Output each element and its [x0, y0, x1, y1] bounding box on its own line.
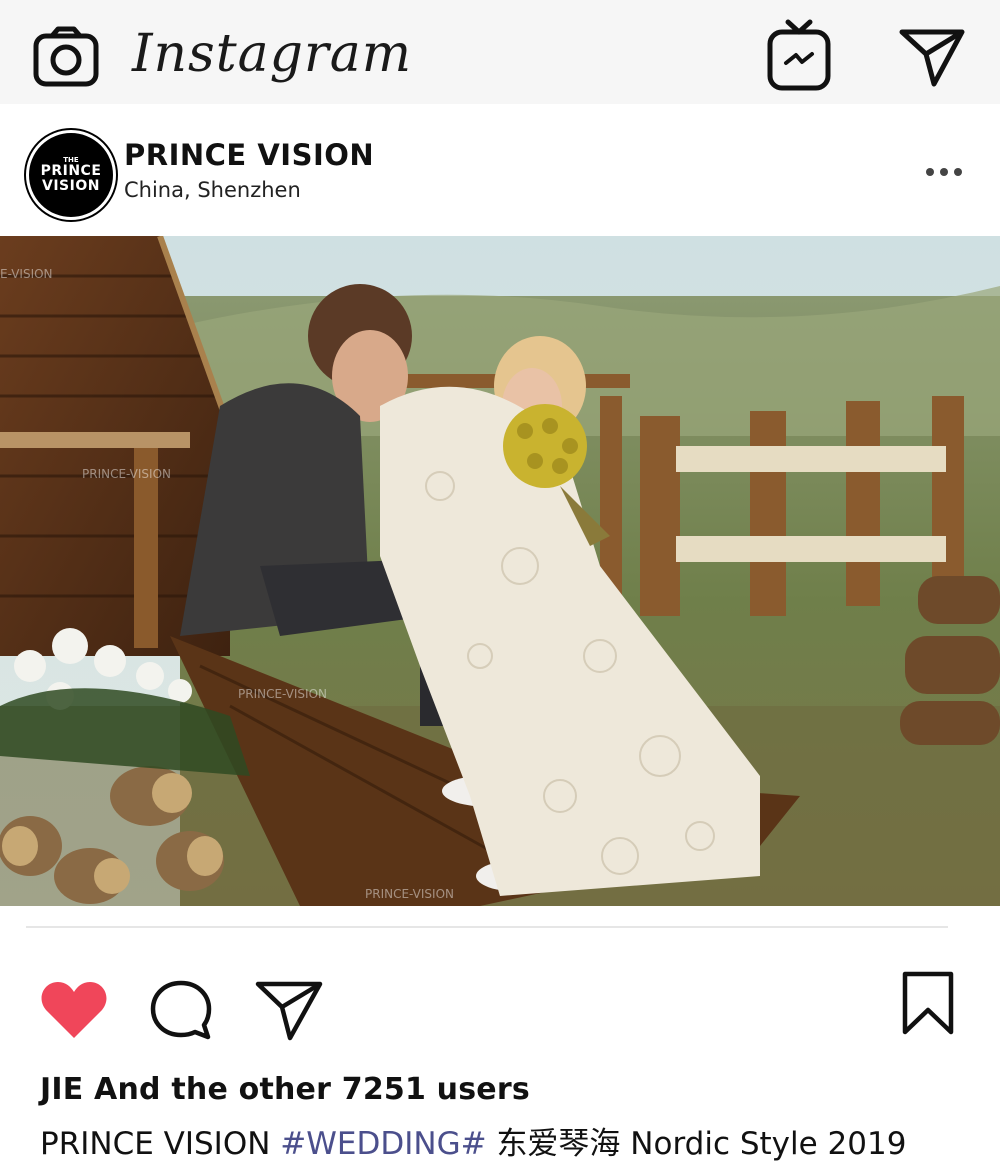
share-icon[interactable] [254, 978, 324, 1042]
more-options-icon[interactable] [920, 162, 968, 182]
svg-text:PRINCE-VISION: PRINCE-VISION [82, 467, 171, 481]
send-icon[interactable] [898, 26, 966, 88]
caption-hashtag[interactable]: #WEDDING# [280, 1126, 486, 1162]
divider [26, 926, 948, 928]
heart-icon[interactable] [38, 978, 110, 1042]
svg-text:PRINCE-VISION: PRINCE-VISION [365, 887, 454, 901]
svg-text:E-VISION: E-VISION [0, 267, 53, 281]
post-header: THE PRINCE VISION PRINCE VISION China, S… [0, 104, 1000, 234]
avatar-line2: PRINCE [40, 163, 102, 179]
post-location[interactable]: China, Shenzhen [124, 178, 301, 202]
caption-author[interactable]: PRINCE VISION [40, 1126, 270, 1162]
wedding-photo-illustration: E-VISION PRINCE-VISION PRINCE-VISION PRI… [0, 236, 1000, 906]
avatar[interactable]: THE PRINCE VISION [26, 130, 116, 220]
top-bar: Instagram [0, 0, 1000, 104]
camera-icon[interactable] [32, 26, 100, 88]
post-username[interactable]: PRINCE VISION [124, 138, 374, 172]
caption-text: 东爱琴海 Nordic Style 2019 [496, 1126, 907, 1162]
avatar-line3: VISION [42, 178, 100, 194]
likes-count[interactable]: JIE And the other 7251 users [40, 1072, 530, 1107]
bookmark-icon[interactable] [900, 970, 956, 1036]
post-photo[interactable]: E-VISION PRINCE-VISION PRINCE-VISION PRI… [0, 236, 1000, 906]
app-logo: Instagram [132, 24, 413, 84]
igtv-icon[interactable] [766, 18, 832, 92]
post-caption: PRINCE VISION #WEDDING# 东爱琴海 Nordic Styl… [40, 1118, 906, 1163]
svg-text:PRINCE-VISION: PRINCE-VISION [238, 687, 327, 701]
comment-icon[interactable] [148, 978, 214, 1042]
